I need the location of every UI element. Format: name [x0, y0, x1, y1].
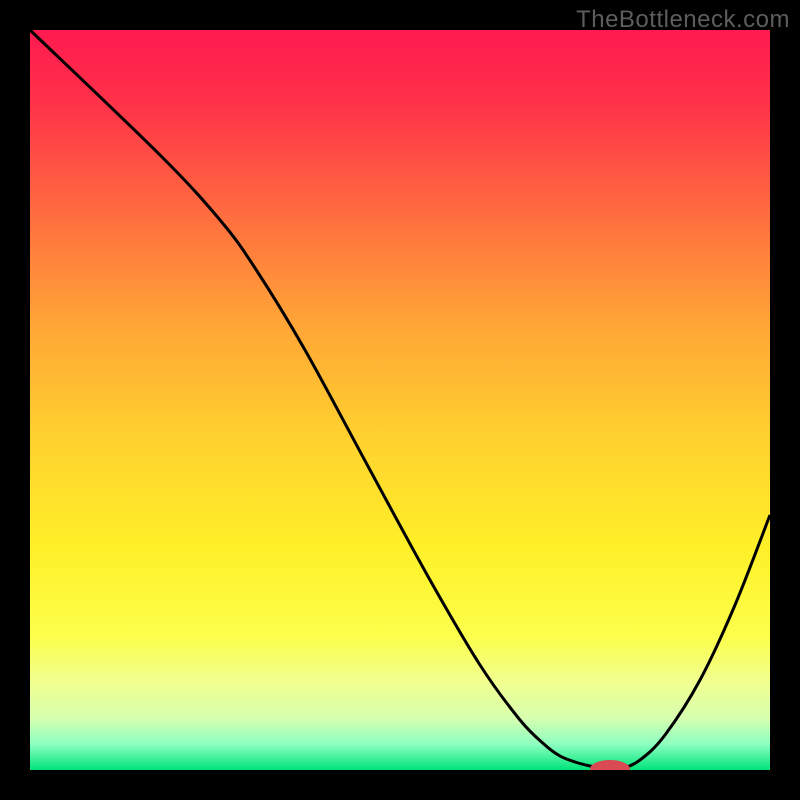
watermark-text: TheBottleneck.com [576, 6, 790, 34]
chart-frame: TheBottleneck.com [0, 0, 800, 800]
plot-background [30, 30, 770, 770]
bottleneck-curve-chart [0, 0, 800, 800]
